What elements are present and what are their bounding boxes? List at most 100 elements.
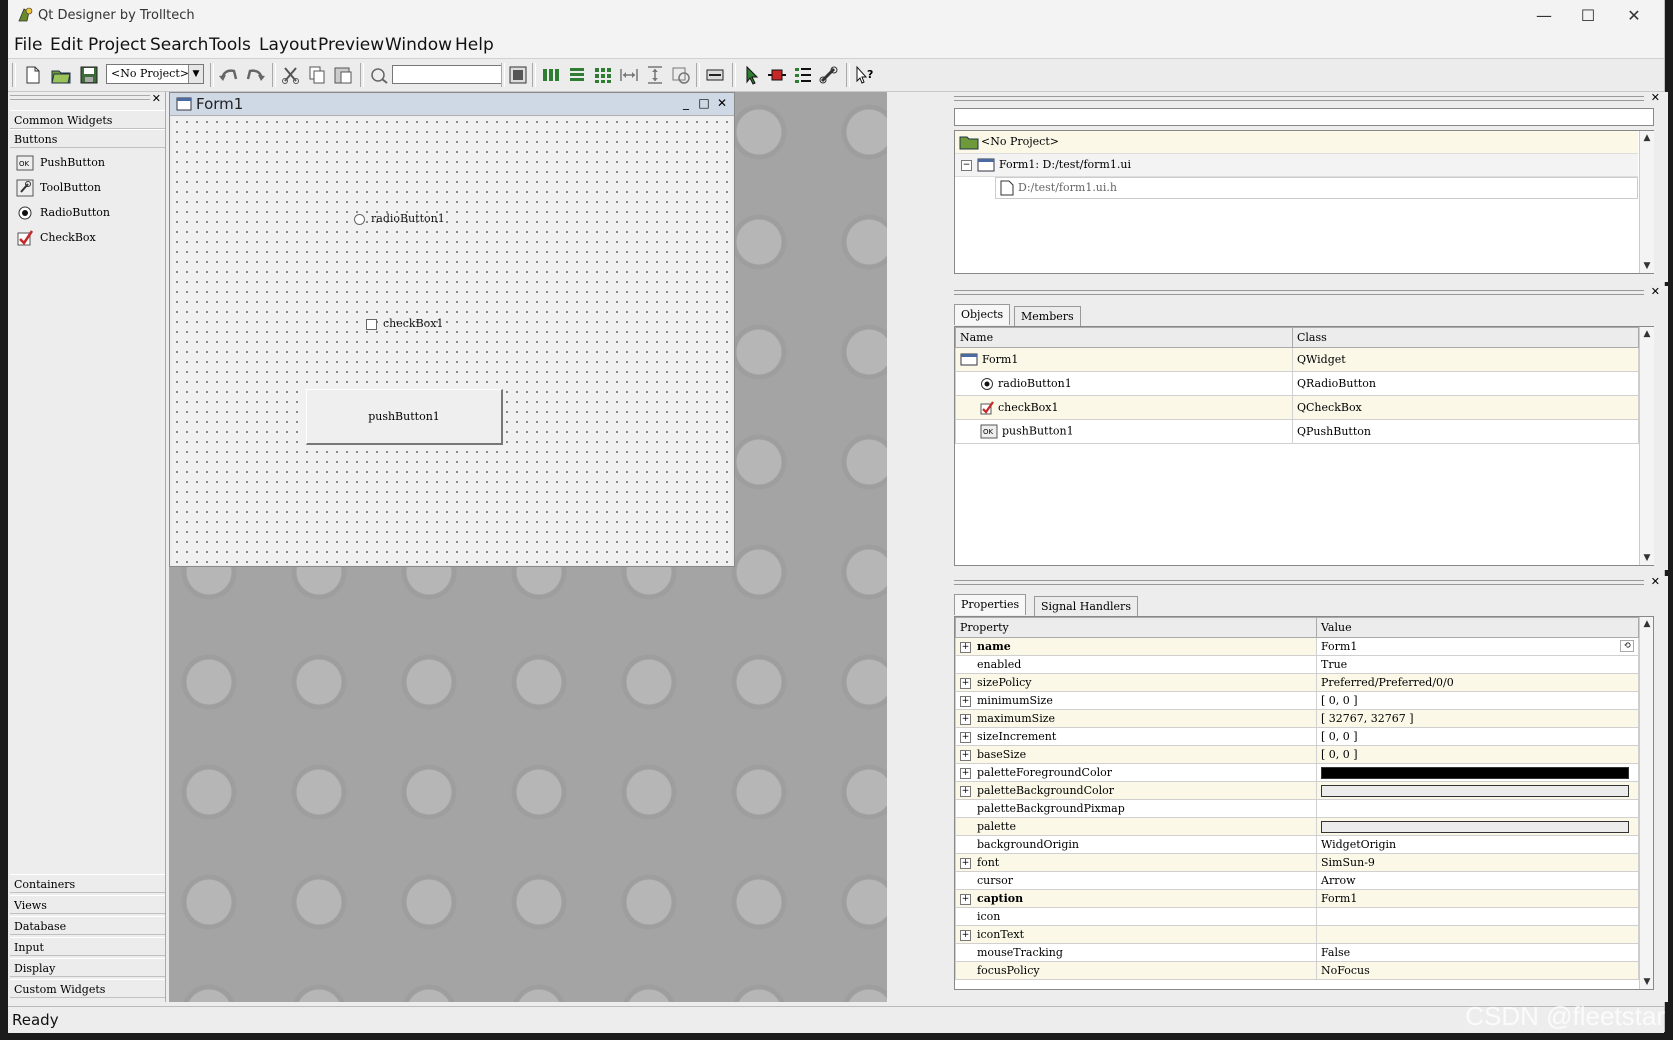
toolbox-category-buttons[interactable]: Buttons <box>10 129 165 148</box>
break-layout-icon[interactable] <box>670 65 692 85</box>
cut-icon[interactable] <box>280 65 302 85</box>
property-value-cell[interactable]: [ 0, 0 ] <box>1316 691 1639 710</box>
panel-close-icon[interactable]: ✕ <box>1651 285 1660 298</box>
scroll-up-icon[interactable]: ▲ <box>1640 327 1654 341</box>
menu-preview[interactable]: Preview <box>318 35 384 55</box>
new-file-icon[interactable] <box>22 65 44 85</box>
expand-plus-icon[interactable]: + <box>960 749 971 761</box>
expand-plus-icon[interactable]: + <box>960 731 971 743</box>
save-file-icon[interactable] <box>78 65 100 85</box>
property-value-cell[interactable]: Preferred/Preferred/0/0 <box>1316 673 1639 692</box>
property-row[interactable]: + paletteBackgroundColor <box>955 781 1639 800</box>
form-canvas[interactable]: radioButton1 checkBox1 pushButton1 <box>172 117 732 565</box>
property-value-cell[interactable]: False <box>1316 943 1639 962</box>
property-row[interactable]: + caption Form1 <box>955 889 1639 908</box>
color-swatch[interactable] <box>1321 766 1629 779</box>
project-tree-scrollbar[interactable]: ▲ ▼ <box>1639 131 1654 273</box>
property-value-cell[interactable]: [ 0, 0 ] <box>1316 727 1639 746</box>
tab-properties[interactable]: Properties <box>954 594 1027 615</box>
property-row[interactable]: cursor Arrow <box>955 871 1639 890</box>
form-minimize-icon[interactable]: _ <box>678 95 694 111</box>
reset-value-icon[interactable]: ⟲ <box>1620 640 1634 652</box>
property-row[interactable]: + sizeIncrement [ 0, 0 ] <box>955 727 1639 746</box>
form1-window[interactable]: Form1 _ □ ✕ radioButton1 checkBox1 pushB… <box>169 92 735 567</box>
paste-icon[interactable] <box>332 65 354 85</box>
tab-signal-handlers[interactable]: Signal Handlers <box>1034 596 1138 617</box>
search-input[interactable] <box>392 65 502 84</box>
property-value-cell[interactable] <box>1316 925 1639 944</box>
scroll-up-icon[interactable]: ▲ <box>1640 617 1653 631</box>
property-value-cell[interactable]: Form1 ⟲ <box>1316 637 1639 656</box>
maximize-button[interactable]: ☐ <box>1565 2 1611 30</box>
undo-icon[interactable] <box>218 65 240 85</box>
close-button[interactable]: ✕ <box>1611 2 1657 30</box>
whats-this-help-icon[interactable]: ? <box>854 65 876 85</box>
property-row[interactable]: focusPolicy NoFocus <box>955 961 1639 980</box>
property-row[interactable]: + maximumSize [ 32767, 32767 ] <box>955 709 1639 728</box>
expand-plus-icon[interactable]: + <box>960 857 971 869</box>
pointer-icon[interactable] <box>740 65 762 85</box>
property-row[interactable]: + name Form1 ⟲ <box>955 637 1639 656</box>
property-row[interactable]: icon <box>955 907 1639 926</box>
toolbox-item-radiobutton[interactable]: RadioButton <box>16 202 110 224</box>
property-row[interactable]: palette <box>955 817 1639 836</box>
property-value-cell[interactable]: NoFocus <box>1316 961 1639 980</box>
property-value-cell[interactable]: True <box>1316 655 1639 674</box>
menu-project[interactable]: Project <box>88 35 146 55</box>
toolbox-category-containers[interactable]: Containers <box>10 874 165 893</box>
toolbox-category-display[interactable]: Display <box>10 958 165 977</box>
menu-file[interactable]: File <box>14 35 42 55</box>
project-tree[interactable]: <No Project> − Form1: D:/test/form1.ui D… <box>954 130 1654 274</box>
project-tree-row[interactable]: <No Project> <box>955 131 1638 154</box>
property-value-cell[interactable]: SimSun-9 <box>1316 853 1639 872</box>
tab-order-icon[interactable] <box>792 65 814 85</box>
form1-title-bar[interactable]: Form1 _ □ ✕ <box>170 93 734 116</box>
expand-plus-icon[interactable]: + <box>960 893 971 905</box>
toolbox-category-custom-widgets[interactable]: Custom Widgets <box>10 979 165 998</box>
vertical-spacer-icon[interactable] <box>644 65 666 85</box>
layout-horizontal-icon[interactable] <box>540 65 562 85</box>
push-button-1[interactable]: pushButton1 <box>306 389 503 445</box>
property-row[interactable]: + sizePolicy Preferred/Preferred/0/0 <box>955 673 1639 692</box>
property-list-scrollbar[interactable]: ▲ ▼ <box>1639 617 1653 989</box>
check-box-1[interactable]: checkBox1 <box>366 317 444 330</box>
property-list[interactable]: Property Value + name Form1 ⟲ enabled True + siz… <box>954 616 1654 990</box>
property-row[interactable]: paletteBackgroundPixmap <box>955 799 1639 818</box>
toolbox-category-database[interactable]: Database <box>10 916 165 935</box>
expand-plus-icon[interactable]: + <box>960 677 971 689</box>
project-combo[interactable]: <No Project> ▼ <box>106 64 204 84</box>
toolbox-close-icon[interactable]: ✕ <box>152 92 161 105</box>
menu-tools[interactable]: Tools <box>209 35 251 55</box>
property-row[interactable]: backgroundOrigin WidgetOrigin <box>955 835 1639 854</box>
toolbox-item-pushbutton[interactable]: OK PushButton <box>16 152 105 174</box>
expand-plus-icon[interactable]: + <box>960 641 971 653</box>
chevron-down-icon[interactable]: ▼ <box>188 65 203 83</box>
property-value-cell[interactable] <box>1316 907 1639 926</box>
color-swatch[interactable] <box>1321 784 1629 797</box>
menu-search[interactable]: Search <box>150 35 208 55</box>
project-tree-row[interactable]: D:/test/form1.ui.h <box>995 177 1638 199</box>
property-row[interactable]: + minimumSize [ 0, 0 ] <box>955 691 1639 710</box>
form-maximize-icon[interactable]: □ <box>696 95 712 111</box>
project-tree-row[interactable]: − Form1: D:/test/form1.ui <box>955 154 1638 177</box>
property-row[interactable]: mouseTracking False <box>955 943 1639 962</box>
horizontal-spacer-icon[interactable] <box>618 65 640 85</box>
property-value-cell[interactable] <box>1316 799 1639 818</box>
object-row[interactable]: Form1 QWidget <box>955 347 1639 372</box>
expand-plus-icon[interactable]: + <box>960 785 971 797</box>
tree-collapse-icon[interactable]: − <box>961 160 972 171</box>
connect-signals-icon[interactable] <box>766 65 788 85</box>
panel-close-icon[interactable]: ✕ <box>1651 91 1660 104</box>
tab-members[interactable]: Members <box>1014 306 1081 327</box>
property-value-cell[interactable]: [ 32767, 32767 ] <box>1316 709 1639 728</box>
tab-objects[interactable]: Objects <box>954 304 1011 325</box>
menu-help[interactable]: Help <box>455 35 494 55</box>
property-row[interactable]: + font SimSun-9 <box>955 853 1639 872</box>
object-row[interactable]: OK pushButton1 QPushButton <box>955 419 1639 444</box>
widget-preview-icon[interactable] <box>507 65 529 85</box>
buddy-link-icon[interactable] <box>818 65 840 85</box>
radio-button-1[interactable]: radioButton1 <box>354 212 445 225</box>
object-row[interactable]: radioButton1 QRadioButton <box>955 371 1639 396</box>
property-row[interactable]: + paletteForegroundColor <box>955 763 1639 782</box>
panel-close-icon[interactable]: ✕ <box>1651 575 1660 588</box>
